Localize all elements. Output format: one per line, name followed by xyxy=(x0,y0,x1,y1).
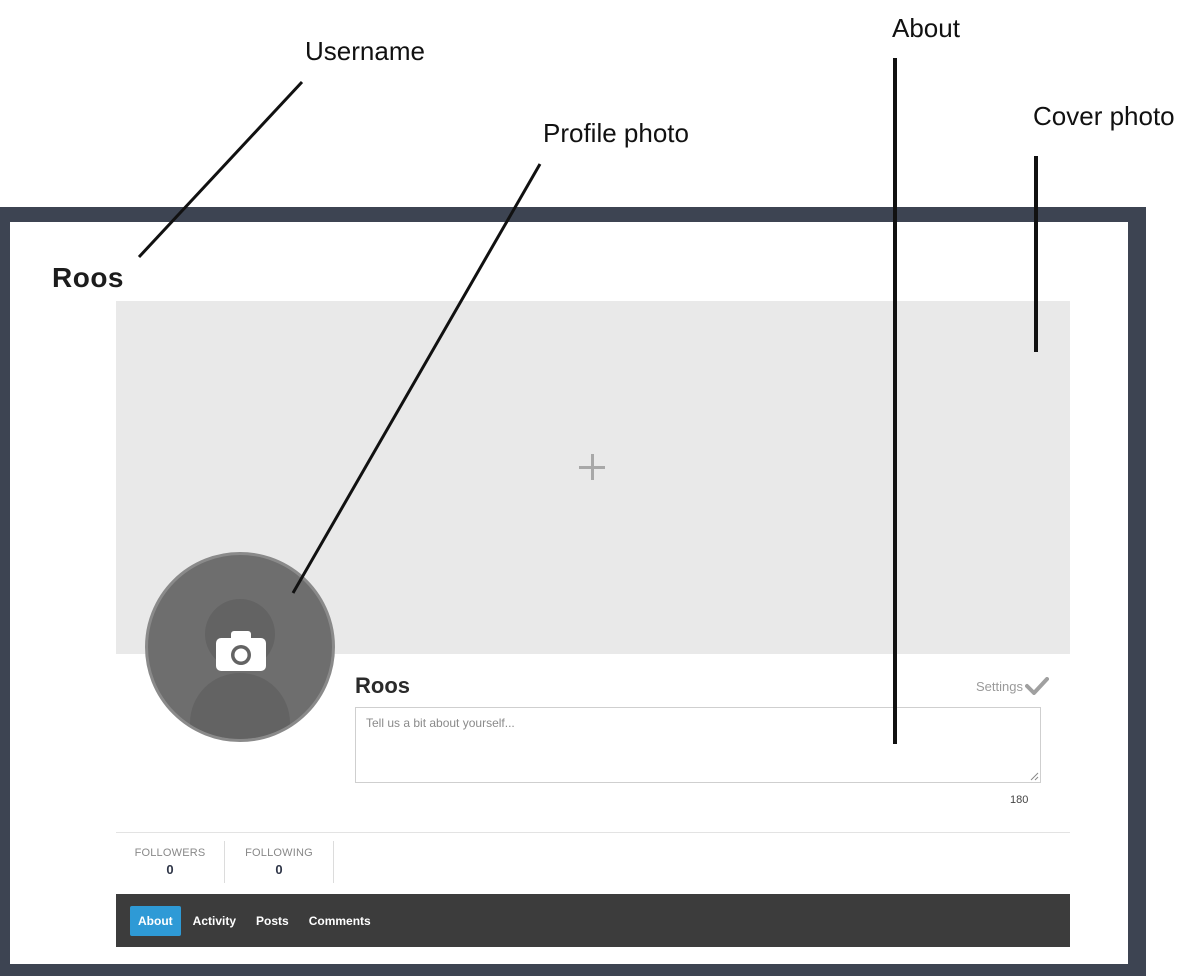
profile-tabs: About Activity Posts Comments xyxy=(116,894,1070,947)
username-heading: Roos xyxy=(52,262,124,293)
follow-stats: FOLLOWERS 0 FOLLOWING 0 xyxy=(116,841,334,883)
annotation-about-label: About xyxy=(892,13,960,43)
followers-count: 0 xyxy=(166,862,174,877)
profile-name: Roos xyxy=(355,673,410,698)
profile-photo[interactable] xyxy=(145,552,335,742)
annotation-username-label: Username xyxy=(305,36,425,66)
followers-stat[interactable]: FOLLOWERS 0 xyxy=(116,841,225,883)
profile-page: Roos Roos Settings 180 xyxy=(10,222,1128,964)
tab-about[interactable]: About xyxy=(130,905,181,936)
followers-label: FOLLOWERS xyxy=(134,847,206,859)
avatar-body-silhouette xyxy=(190,673,290,739)
annotation-profile-photo-label: Profile photo xyxy=(543,118,689,148)
checkmark-icon xyxy=(1024,677,1049,695)
resize-handle-icon[interactable] xyxy=(1029,771,1039,781)
camera-icon[interactable] xyxy=(216,631,266,671)
following-label: FOLLOWING xyxy=(245,847,313,859)
plus-icon[interactable] xyxy=(577,452,609,484)
settings-label: Settings xyxy=(976,678,1023,694)
following-count: 0 xyxy=(275,862,283,877)
section-divider xyxy=(116,832,1070,833)
tab-posts[interactable]: Posts xyxy=(248,906,297,936)
about-char-count: 180 xyxy=(1010,794,1029,806)
settings-button[interactable]: Settings xyxy=(976,677,1049,695)
tab-activity[interactable]: Activity xyxy=(185,906,244,936)
tab-comments[interactable]: Comments xyxy=(301,906,379,936)
annotation-cover-photo-label: Cover photo xyxy=(1033,101,1175,131)
screen-frame: Roos Roos Settings 180 xyxy=(0,207,1146,976)
following-stat[interactable]: FOLLOWING 0 xyxy=(225,841,334,883)
about-input[interactable] xyxy=(355,707,1041,783)
